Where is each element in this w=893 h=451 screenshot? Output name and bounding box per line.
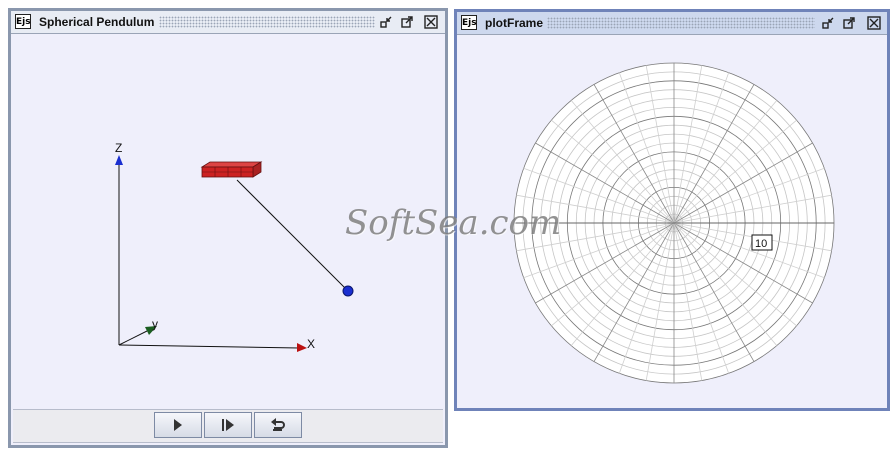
polar-grid bbox=[513, 62, 835, 384]
maximize-icon[interactable] bbox=[400, 15, 414, 29]
step-icon bbox=[222, 419, 234, 431]
minimize-icon[interactable] bbox=[379, 15, 393, 29]
x-axis-label: X bbox=[307, 337, 315, 351]
titlebar[interactable]: Ejs Spherical Pendulum bbox=[11, 11, 445, 34]
x-axis bbox=[118, 344, 300, 349]
y-axis bbox=[118, 329, 150, 346]
titlebar-grip bbox=[547, 17, 815, 29]
window-title: Spherical Pendulum bbox=[39, 15, 155, 29]
play-icon bbox=[174, 419, 182, 431]
control-bar bbox=[13, 409, 443, 443]
titlebar[interactable]: Ejs plotFrame bbox=[457, 12, 887, 35]
ejs-logo: Ejs bbox=[461, 15, 477, 30]
z-axis-label: Z bbox=[115, 141, 122, 155]
x-axis-arrow bbox=[297, 343, 307, 352]
radius-label: 10 bbox=[755, 238, 767, 250]
step-button[interactable] bbox=[204, 412, 252, 438]
close-icon[interactable] bbox=[424, 15, 438, 29]
z-axis-arrow bbox=[115, 155, 123, 165]
play-button[interactable] bbox=[154, 412, 202, 438]
titlebar-grip bbox=[159, 16, 375, 28]
y-axis-label: y bbox=[152, 317, 158, 331]
pendulum-bob[interactable] bbox=[342, 285, 354, 297]
ejs-logo: Ejs bbox=[15, 14, 31, 29]
window-title: plotFrame bbox=[485, 16, 544, 30]
minimize-icon[interactable] bbox=[821, 16, 835, 30]
pendulum-string bbox=[236, 179, 348, 291]
maximize-icon[interactable] bbox=[842, 16, 856, 30]
reset-button[interactable] bbox=[254, 412, 302, 438]
reset-icon bbox=[271, 418, 285, 431]
watermark: SoftSea.com bbox=[345, 203, 562, 243]
close-icon[interactable] bbox=[867, 16, 881, 30]
pendulum-support bbox=[200, 161, 263, 178]
